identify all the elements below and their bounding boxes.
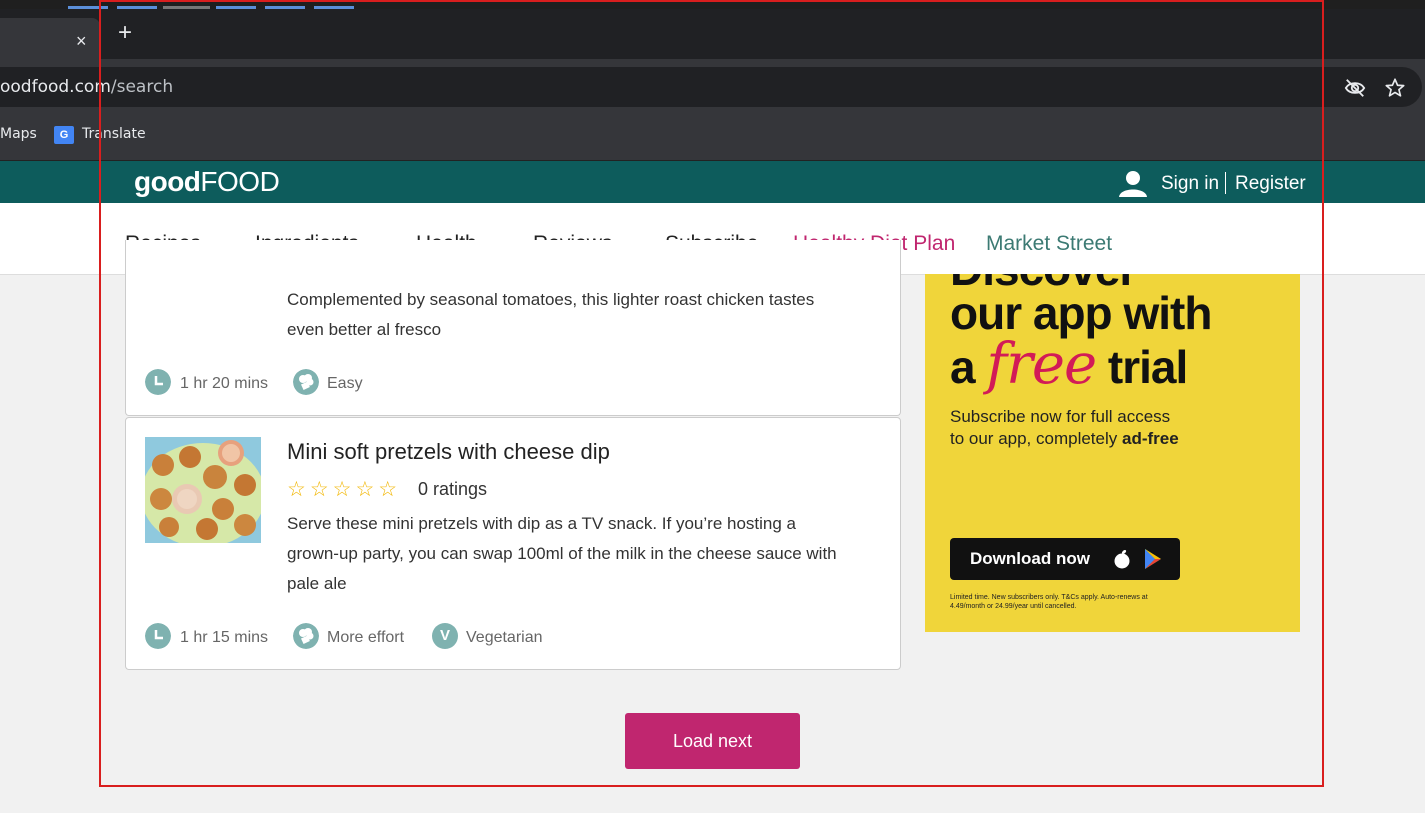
bookmarks-bar: Maps G Translate [0, 111, 1425, 161]
google-play-icon [1145, 549, 1161, 569]
rating-count: 0 ratings [418, 479, 488, 499]
rating-stars[interactable]: ☆☆☆☆☆ [287, 477, 401, 502]
nav-item-market-street[interactable]: Market Street [986, 232, 1112, 256]
recipe-title[interactable]: Mini soft pretzels with cheese dip [287, 439, 610, 465]
download-now-button[interactable]: Download now [950, 538, 1180, 580]
recipe-description: Serve these mini pretzels with dip as a … [287, 514, 837, 593]
sign-in-link[interactable]: Sign in [1161, 173, 1219, 195]
apple-icon [1114, 550, 1130, 569]
diet-label: Vegetarian [466, 629, 543, 646]
chef-hat-icon [293, 623, 319, 649]
goodfood-logo[interactable]: goodFOOD [134, 166, 280, 198]
tab-bar: × + [0, 9, 1425, 59]
clock-icon [145, 369, 171, 395]
active-tab[interactable]: × [0, 18, 100, 59]
eye-off-icon[interactable] [1344, 77, 1366, 99]
address-bar[interactable]: oodfood.com/search [0, 67, 1422, 107]
cook-time: 1 hr 15 mins [180, 629, 269, 646]
load-next-button[interactable]: Load next [625, 713, 800, 769]
recipe-thumbnail[interactable] [145, 437, 261, 543]
pretzels-image [145, 437, 261, 543]
recipe-card[interactable]: Complemented by seasonal tomatoes, this … [125, 240, 901, 416]
cook-time: 1 hr 20 mins [180, 375, 269, 392]
close-tab-icon[interactable]: × [76, 32, 87, 50]
star-bookmark-icon[interactable] [1384, 77, 1406, 99]
new-tab-button[interactable]: + [118, 21, 132, 45]
site-header: goodFOOD Sign in Register [0, 161, 1425, 203]
app-advert[interactable]: Discover our app with a free trial Subsc… [925, 274, 1300, 632]
header-divider [1225, 172, 1226, 194]
difficulty: Easy [327, 375, 363, 392]
clock-icon [145, 623, 171, 649]
vegetarian-icon: V [432, 623, 458, 649]
browser-toolbar: oodfood.com/search [0, 59, 1425, 111]
url-text: oodfood.com/search [0, 77, 174, 97]
bookmark-maps[interactable]: Maps [0, 126, 37, 142]
browser-top-strip [0, 0, 1425, 9]
recipe-card[interactable]: Mini soft pretzels with cheese dip ☆☆☆☆☆… [125, 417, 901, 670]
register-link[interactable]: Register [1235, 173, 1306, 195]
chef-hat-icon [293, 369, 319, 395]
difficulty: More effort [327, 629, 405, 646]
ad-subtext: Subscribe now for full access to our app… [950, 407, 1179, 448]
bookmark-translate[interactable]: Translate [82, 126, 146, 142]
google-translate-icon: G [54, 126, 74, 144]
user-icon[interactable] [1117, 169, 1149, 197]
recipe-description: Complemented by seasonal tomatoes, this … [287, 290, 815, 339]
ad-heading-line3: a free trial [950, 332, 1188, 397]
ad-fine-print: Limited time. New subscribers only. T&Cs… [950, 594, 1148, 610]
